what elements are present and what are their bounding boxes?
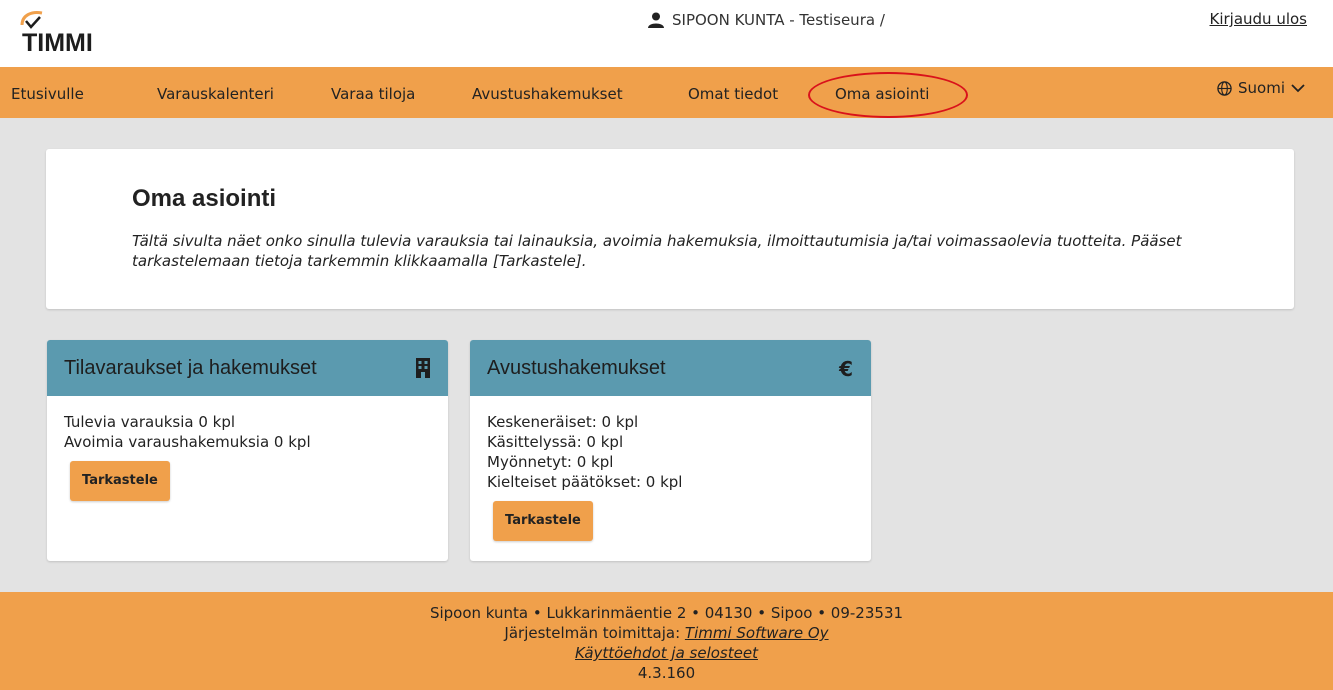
card-header: Avustushakemukset € xyxy=(470,340,871,396)
timmi-logo[interactable]: TIMMI xyxy=(18,9,118,59)
nav-item-varaa-tiloja[interactable]: Varaa tiloja xyxy=(331,85,415,103)
list-item: Tulevia varauksia 0 kpl xyxy=(64,413,236,431)
card-body: Tulevia varauksia 0 kpl Avoimia varausha… xyxy=(47,396,448,517)
version-label: 4.3.160 xyxy=(637,664,696,682)
card-title: Avustushakemukset xyxy=(487,357,666,379)
logo-text: TIMMI xyxy=(22,29,93,57)
footer-provider-prefix: Järjestelmän toimittaja: xyxy=(504,624,685,642)
list-item: Käsittelyssä: 0 kpl xyxy=(487,433,624,451)
tarkastele-button[interactable]: Tarkastele xyxy=(70,461,170,501)
globe-icon xyxy=(1217,80,1232,96)
list-item: Keskeneräiset: 0 kpl xyxy=(487,413,639,431)
card-avustushakemukset: Avustushakemukset € Keskeneräiset: 0 kpl… xyxy=(470,340,871,561)
chevron-down-icon xyxy=(1291,84,1305,93)
building-icon xyxy=(416,358,430,378)
page-title: Oma asiointi xyxy=(132,185,277,212)
card-body: Keskeneräiset: 0 kpl Käsittelyssä: 0 kpl… xyxy=(470,396,871,557)
nav-item-avustushakemukset[interactable]: Avustushakemukset xyxy=(472,85,623,103)
card-title: Tilavaraukset ja hakemukset xyxy=(64,357,317,379)
list-item: Kielteiset päätökset: 0 kpl xyxy=(487,473,683,491)
card-tilavaraukset: Tilavaraukset ja hakemukset Tulevia vara… xyxy=(47,340,448,561)
user-icon xyxy=(648,12,664,28)
card-header: Tilavaraukset ja hakemukset xyxy=(47,340,448,396)
list-item: Myönnetyt: 0 kpl xyxy=(487,453,614,471)
nav-item-varauskalenteri[interactable]: Varauskalenteri xyxy=(157,85,274,103)
footer-provider: Järjestelmän toimittaja: Timmi Software … xyxy=(0,623,1333,643)
nav-item-omat-tiedot[interactable]: Omat tiedot xyxy=(688,85,778,103)
user-label: SIPOON KUNTA - Testiseura / xyxy=(672,11,885,29)
provider-link[interactable]: Timmi Software Oy xyxy=(685,624,829,642)
language-label: Suomi xyxy=(1238,79,1285,97)
logo-check-icon xyxy=(20,11,43,29)
top-header: TIMMI SIPOON KUNTA - Testiseura / Kirjau… xyxy=(0,0,1333,67)
footer: Sipoon kunta • Lukkarinmäentie 2 • 04130… xyxy=(0,592,1333,690)
intro-card: Oma asiointi Tältä sivulta näet onko sin… xyxy=(46,149,1294,309)
footer-address: Sipoon kunta • Lukkarinmäentie 2 • 04130… xyxy=(429,604,904,622)
tarkastele-button[interactable]: Tarkastele xyxy=(493,501,593,541)
intro-text: Tältä sivulta näet onko sinulla tulevia … xyxy=(132,232,1182,270)
user-info: SIPOON KUNTA - Testiseura / xyxy=(648,11,885,29)
terms-link[interactable]: Käyttöehdot ja selosteet xyxy=(575,644,758,662)
logout-link[interactable]: Kirjaudu ulos xyxy=(1210,10,1308,28)
nav-item-etusivulle[interactable]: Etusivulle xyxy=(11,85,84,103)
highlight-ellipse xyxy=(808,72,968,118)
euro-icon: € xyxy=(839,357,853,381)
language-selector[interactable]: Suomi xyxy=(1217,79,1305,97)
list-item: Avoimia varaushakemuksia 0 kpl xyxy=(64,433,311,451)
main-nav: Etusivulle Varauskalenteri Varaa tiloja … xyxy=(0,67,1333,118)
